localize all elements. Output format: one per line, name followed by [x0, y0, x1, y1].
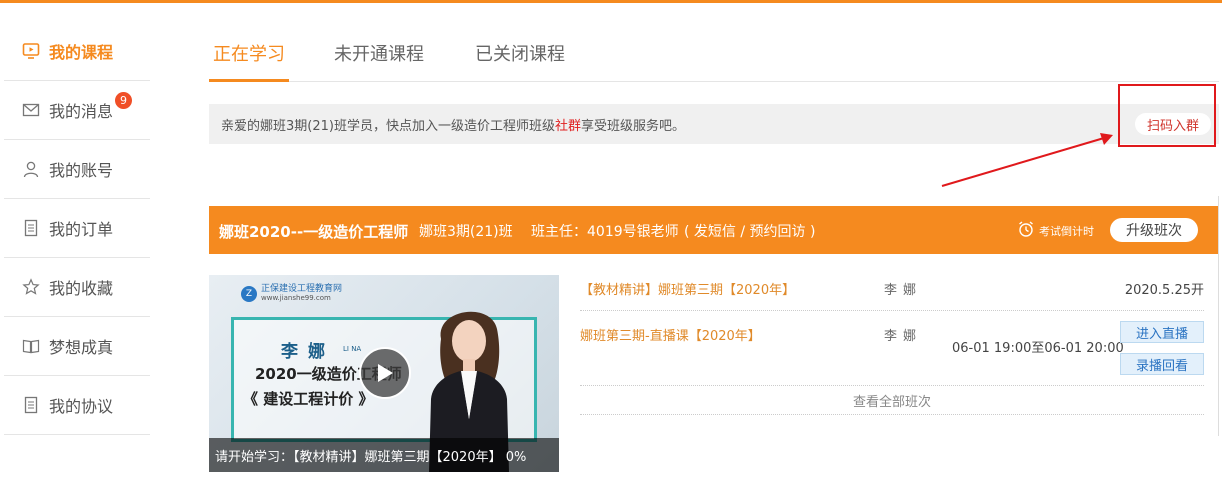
alarm-clock-icon: [1017, 220, 1035, 238]
join-group-notice: 亲爱的娜班3期(21)班学员，快点加入一级造价工程师班级 社群 享受班级服务吧。: [209, 104, 1219, 144]
sidebar-item-my-messages[interactable]: 我的消息 9: [4, 81, 150, 140]
course-title-link[interactable]: 娜班第三期-直播课【2020年】: [580, 325, 761, 344]
enter-live-button[interactable]: 进入直播: [1120, 321, 1204, 343]
sidebar-nav: 我的课程 我的消息 9 我的账号 我的订单 我的收藏 梦想成真 我的协议: [4, 22, 150, 435]
row-divider: [580, 310, 1204, 311]
sidebar-item-label: 我的协议: [49, 397, 114, 416]
tab-learning[interactable]: 正在学习: [213, 40, 285, 66]
view-all-classes-link[interactable]: 查看全部班次: [580, 391, 1204, 410]
thumbnail-teacher-name: 李娜: [281, 342, 335, 362]
sidebar-item-my-agreements[interactable]: 我的协议: [4, 376, 150, 435]
sidebar-item-label: 我的账号: [49, 161, 114, 180]
logo-url-text: www.jianshe99.com: [261, 294, 331, 302]
user-icon: [22, 160, 40, 178]
class-teacher: 班主任：4019号银老师: [531, 224, 679, 240]
thumbnail-course-line2: 《 建设工程计价 》: [243, 390, 374, 408]
tab-closed[interactable]: 已关闭课程: [475, 40, 565, 66]
document-icon: [22, 396, 40, 414]
message-count-badge: 9: [115, 92, 132, 109]
class-program-title: 娜班2020--一级造价工程师: [219, 223, 409, 241]
notice-text-before: 亲爱的娜班3期(21)班学员，快点加入一级造价工程师班级: [221, 118, 555, 134]
sidebar-item-my-favorites[interactable]: 我的收藏: [4, 258, 150, 317]
live-time-range: 06-01 19:00至06-01 20:00: [952, 341, 1124, 356]
start-learning-caption: 请开始学习：【教材精讲】娜班第三期【2020年】 0%: [209, 438, 559, 472]
annotation-highlight-box: [1118, 84, 1216, 147]
sms-appointment-links[interactable]: ( 发短信 / 预约回访 ): [684, 221, 815, 241]
row-divider: [580, 414, 1204, 415]
envelope-icon: [22, 101, 40, 119]
active-tab-indicator: [209, 79, 289, 82]
logo-mark-icon: Z: [241, 286, 257, 302]
watch-replay-button[interactable]: 录播回看: [1120, 353, 1204, 375]
sidebar-item-label: 我的课程: [49, 43, 114, 62]
sidebar-item-my-orders[interactable]: 我的订单: [4, 199, 150, 258]
row-divider: [580, 385, 1204, 386]
sidebar-item-label: 我的订单: [49, 220, 114, 239]
tab-not-opened[interactable]: 未开通课程: [334, 40, 424, 66]
monitor-play-icon: [22, 42, 40, 60]
exam-countdown-label: 考试倒计时: [1039, 225, 1094, 238]
upgrade-class-button[interactable]: 升级班次: [1110, 218, 1198, 242]
sidebar-item-my-account[interactable]: 我的账号: [4, 140, 150, 199]
scrollbar-track[interactable]: [1218, 196, 1219, 436]
logo-text: 正保建设工程教育网: [261, 284, 343, 294]
play-icon: [378, 364, 393, 382]
sidebar-item-my-courses[interactable]: 我的课程: [4, 22, 150, 81]
sidebar-item-label: 我的消息: [49, 102, 114, 121]
course-start-date: 2020.5.25开: [1124, 283, 1204, 298]
star-icon: [22, 278, 40, 296]
sidebar-item-dream[interactable]: 梦想成真: [4, 317, 150, 376]
course-video-thumbnail[interactable]: Z 正保建设工程教育网 www.jianshe99.com 李娜 LI NA 2…: [209, 275, 559, 472]
top-accent-bar: [0, 0, 1222, 3]
class-header-bar: 娜班2020--一级造价工程师 娜班3期(21)班 班主任：4019号银老师 (…: [209, 206, 1219, 254]
open-book-icon: [22, 337, 40, 355]
course-title-link[interactable]: 【教材精讲】娜班第三期【2020年】: [580, 279, 795, 298]
class-name: 娜班3期(21)班: [419, 224, 513, 240]
course-tabs: 正在学习 未开通课程 已关闭课程: [209, 28, 1219, 82]
course-teacher: 李娜: [884, 283, 923, 298]
notice-highlight: 社群: [554, 118, 581, 134]
thumbnail-teacher-name-en: LI NA: [343, 345, 362, 353]
sidebar-item-label: 我的收藏: [49, 279, 114, 298]
document-icon: [22, 219, 40, 237]
course-teacher: 李娜: [884, 329, 923, 344]
play-video-button[interactable]: [359, 347, 411, 399]
notice-text-after: 享受班级服务吧。: [580, 118, 685, 134]
site-logo: Z 正保建设工程教育网 www.jianshe99.com: [241, 285, 342, 303]
sidebar-item-label: 梦想成真: [49, 338, 114, 357]
